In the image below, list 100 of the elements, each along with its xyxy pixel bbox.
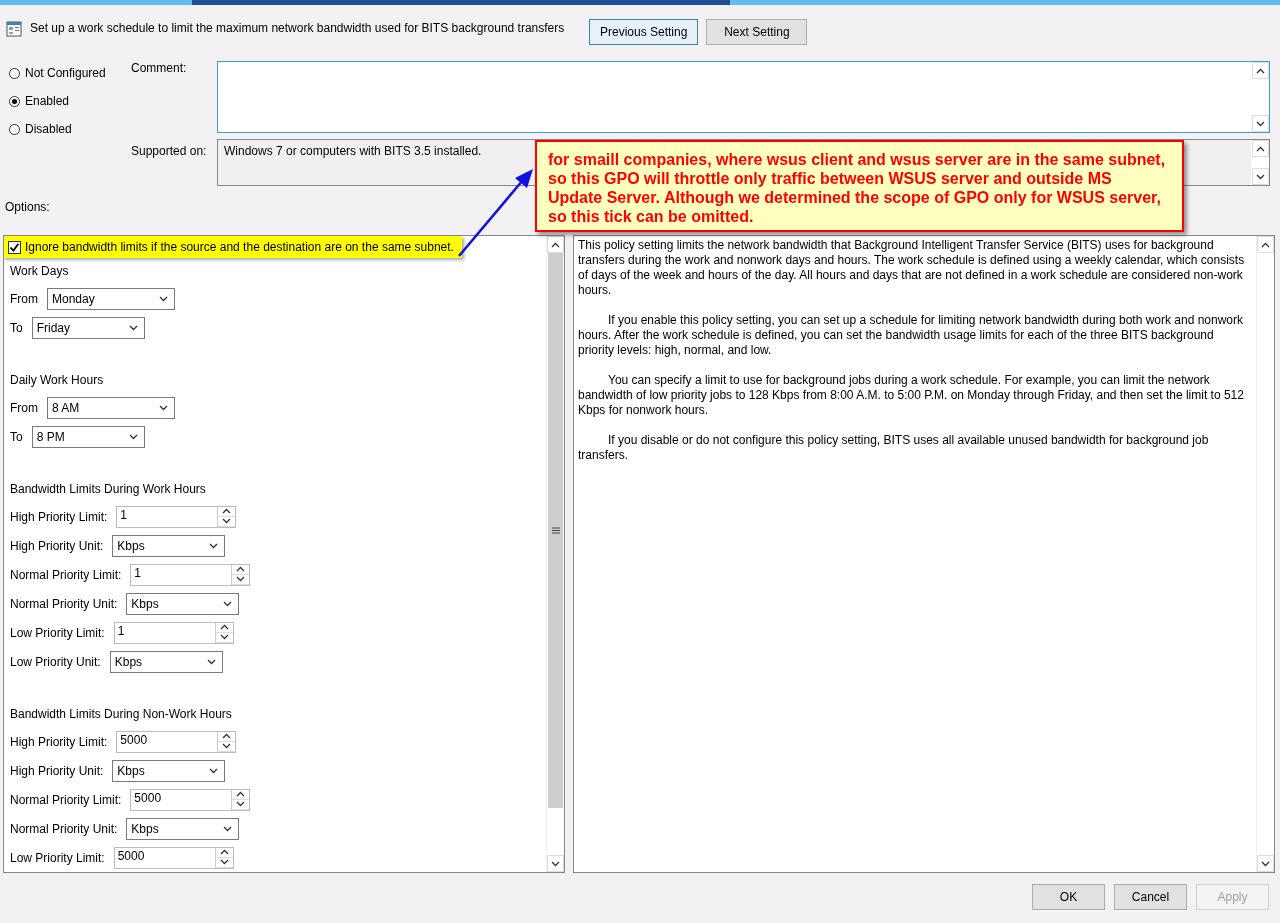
chevron-up-icon [219,849,229,855]
comment-field[interactable] [217,61,1270,133]
number-spinner[interactable]: 5000 [113,846,234,869]
chevron-down-icon [206,658,216,665]
spin-up-button[interactable] [215,622,233,633]
radio-button[interactable] [9,67,20,79]
number-spinner[interactable]: 1 [130,563,251,586]
grip-icon [551,527,560,534]
dropdown[interactable]: Kbps [112,759,226,782]
field-label: Normal Priority Unit: [10,821,118,836]
spin-down-button[interactable] [218,516,236,527]
chevron-up-icon [219,624,229,630]
scroll-up-button[interactable] [1252,140,1269,157]
field-label: From [10,400,38,415]
section-heading: Bandwidth Limits During Non-Work Hours [10,707,232,721]
chevron-down-icon [219,634,229,640]
chevron-down-icon [1261,860,1270,867]
supported-on-label: Supported on: [131,144,207,158]
annotation-callout: for smaill companies, where wsus client and wsus server are in the same subnet, so this GPO will throttle only traffic between WSUS server and outside MS Update Server. Although we determined the scope of GPO only for WSUS server, so this tick can be omitted. [535,140,1184,232]
chevron-down-icon [159,295,168,302]
radio-button[interactable] [9,123,20,135]
radio-button[interactable] [9,95,20,107]
scroll-down-button[interactable] [547,855,564,872]
help-paragraph: You can specify a limit to use for background jobs during a work schedule. For example, you can limit the network bandwidth of low priority jobs to 128 Kbps from 8:00 A.M. to 5:00 P.M. on Monday through Friday, and then set the limit to 512 Kbps for nonwork hours. [578,373,1245,418]
radio-option[interactable]: Enabled [9,93,131,109]
dropdown[interactable]: 8 AM [47,396,175,419]
chevron-down-icon [209,767,219,774]
nav-button[interactable]: Previous Setting [589,19,699,45]
chevron-down-icon [128,433,138,440]
field-label: High Priority Unit: [10,763,104,778]
comment-label: Comment: [131,61,187,75]
field-label: Normal Priority Unit: [10,596,118,611]
chevron-up-icon [236,566,246,572]
field-label: Normal Priority Limit: [10,792,122,807]
chevron-down-icon [128,324,138,331]
field-label: High Priority Limit: [10,734,108,749]
spin-up-button[interactable] [232,789,250,800]
checkbox-option[interactable]: Ignore bandwidth limits if the source and the destination are on the same subnet. [4,236,462,258]
spin-down-button[interactable] [218,741,236,752]
field-label: To [10,320,23,335]
chevron-down-icon [159,404,168,411]
field-label: Normal Priority Limit: [10,567,122,582]
dropdown[interactable]: Kbps [112,534,226,557]
spin-down-button[interactable] [215,632,233,643]
chevron-down-icon [223,600,233,607]
number-spinner[interactable]: 5000 [130,788,251,811]
chevron-down-icon [1256,120,1265,127]
chevron-down-icon [236,576,246,582]
help-paragraph: If you disable or do not configure this policy setting, BITS uses all available unused bandwidth for background job transfers. [578,433,1210,463]
field-label: Low Priority Unit: [10,654,101,669]
dropdown[interactable]: 8 PM [31,425,145,448]
field-label: High Priority Unit: [10,538,104,553]
scroll-down-button[interactable] [1252,168,1269,185]
window-title: Set up a work schedule to limit the maximum network bandwidth used for BITS background transfers [30,21,565,37]
dialog-button[interactable]: Cancel [1114,884,1187,910]
scroll-up-button[interactable] [1257,236,1274,253]
spin-down-button[interactable] [215,857,233,868]
spin-down-button[interactable] [232,574,250,585]
spin-down-button[interactable] [232,799,250,810]
scroll-down-button[interactable] [1257,855,1274,872]
section-heading: Bandwidth Limits During Work Hours [10,482,206,496]
chevron-down-icon [551,860,560,867]
field-label: Low Priority Limit: [10,625,105,640]
radio-option[interactable]: Disabled [9,121,131,137]
number-spinner[interactable]: 1 [116,505,237,528]
dropdown[interactable]: Kbps [126,592,240,615]
number-spinner[interactable]: 5000 [116,730,237,753]
scroll-down-button[interactable] [1252,115,1269,132]
chevron-down-icon [236,801,246,807]
chevron-up-icon [236,791,246,797]
chevron-up-icon [1261,241,1270,248]
dropdown[interactable]: Kbps [109,650,223,673]
section-heading: Work Days [10,264,69,278]
number-spinner[interactable]: 1 [113,621,234,644]
dropdown[interactable]: Kbps [126,817,240,840]
field-label: High Priority Limit: [10,509,108,524]
spin-up-button[interactable] [215,847,233,858]
chevron-up-icon [222,508,232,514]
chevron-down-icon [223,825,233,832]
spin-up-button[interactable] [232,564,250,575]
spin-up-button[interactable] [218,731,236,742]
chevron-down-icon [219,859,229,865]
field-label: Low Priority Limit: [10,850,105,865]
chevron-up-icon [222,733,232,739]
options-label: Options: [5,200,50,214]
nav-button[interactable]: Next Setting [706,19,808,45]
spin-up-button[interactable] [218,506,236,517]
dropdown[interactable]: Friday [31,316,145,339]
scrollbar-thumb[interactable] [548,253,563,808]
chevron-down-icon [209,542,219,549]
chevron-down-icon [1256,173,1265,180]
dialog-button[interactable]: OK [1032,884,1105,910]
scroll-up-button[interactable] [547,236,564,253]
scroll-up-button[interactable] [1252,62,1269,79]
field-label: To [10,429,23,444]
section-heading: Daily Work Hours [10,373,104,387]
checkbox[interactable] [8,240,21,254]
radio-option[interactable]: Not Configured [9,65,131,81]
dropdown[interactable]: Monday [47,287,175,310]
chevron-down-icon [222,743,232,749]
